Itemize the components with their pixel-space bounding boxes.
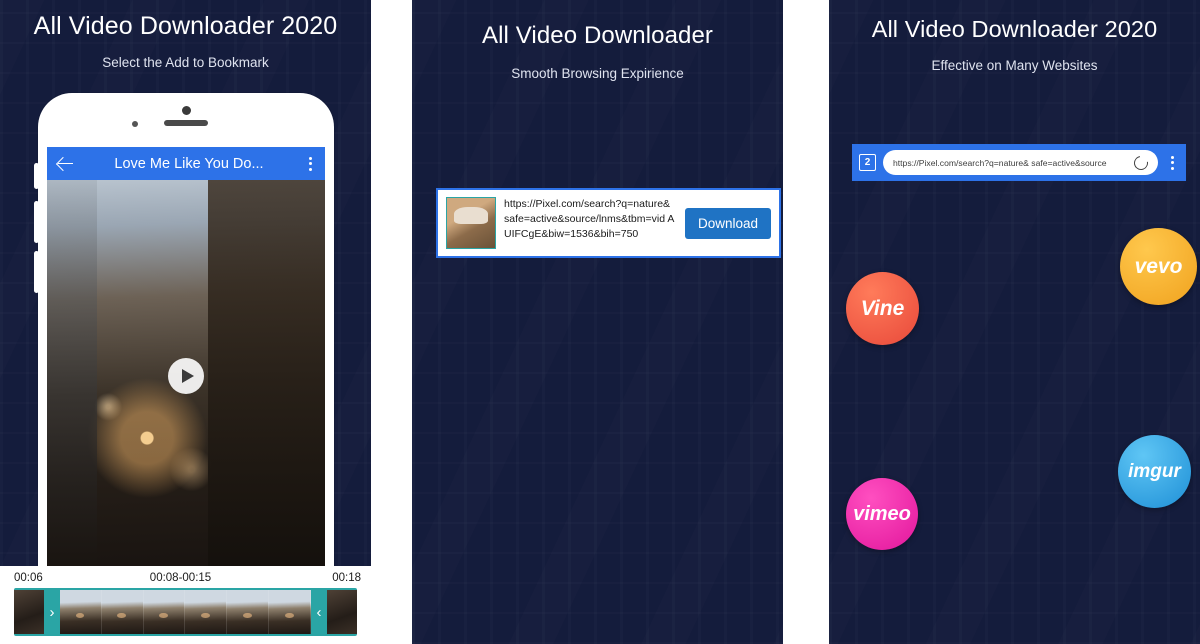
screenshot-stage: All Video Downloader 2020 Select the Add… bbox=[0, 0, 1200, 644]
timeline-frame bbox=[101, 590, 144, 634]
video-player-appbar: Love Me Like You Do... bbox=[47, 147, 325, 180]
timeline-end-time: 00:18 bbox=[332, 572, 361, 584]
url-preview-thumbnail bbox=[446, 197, 496, 249]
kebab-menu-icon[interactable] bbox=[303, 156, 317, 171]
badge-vine: Vine bbox=[846, 272, 919, 345]
back-arrow-icon[interactable] bbox=[55, 154, 75, 174]
panel-2-subtitle: Smooth Browsing Expirience bbox=[511, 65, 684, 81]
panel-2-title: All Video Downloader bbox=[481, 22, 714, 49]
phone-side-button bbox=[34, 163, 39, 189]
url-text: https://Pixel.com/search?q=nature& safe=… bbox=[893, 157, 1107, 168]
phone-earpiece bbox=[164, 120, 208, 126]
panel-divider-1 bbox=[371, 0, 412, 644]
browser-address-bar[interactable]: 2 https://Pixel.com/search?q=nature& saf… bbox=[852, 144, 1186, 181]
timeline-start-time: 00:06 bbox=[14, 572, 43, 584]
phone-volume-up-button bbox=[34, 201, 39, 243]
timeline-outside-frame-right bbox=[327, 590, 357, 634]
play-button-icon[interactable] bbox=[168, 357, 204, 394]
timeline-frame bbox=[227, 590, 270, 634]
timeline-frame bbox=[143, 590, 186, 634]
phone-screen-1: Love Me Like You Do... bbox=[47, 147, 325, 571]
panel-1-title: All Video Downloader 2020 bbox=[33, 12, 338, 40]
timeline-selection[interactable] bbox=[60, 590, 311, 634]
reload-icon[interactable] bbox=[1131, 152, 1151, 173]
panel-divider-2 bbox=[783, 0, 829, 644]
timeline-time-labels: 00:06 00:08-00:15 00:18 bbox=[0, 566, 371, 588]
download-button[interactable]: Download bbox=[684, 207, 771, 239]
panel-1-subtitle: Select the Add to Bookmark bbox=[102, 54, 269, 70]
promo-panel-2: All Video Downloader Smooth Browsing Exp… bbox=[412, 0, 783, 644]
tab-count-badge[interactable]: 2 bbox=[859, 154, 876, 171]
film-strip-background bbox=[412, 0, 783, 644]
phone-proximity-sensor bbox=[132, 121, 138, 127]
panel-3-subtitle: Effective on Many Websites bbox=[931, 58, 1098, 74]
timeline-outside-frame-left bbox=[14, 590, 44, 634]
timeline-frame bbox=[60, 590, 102, 634]
phone-front-camera bbox=[181, 106, 191, 115]
phone-volume-down-button bbox=[34, 251, 39, 293]
promo-panel-1: All Video Downloader 2020 Select the Add… bbox=[0, 0, 371, 644]
timeline-range-time: 00:08-00:15 bbox=[149, 572, 212, 584]
badge-vevo: vevo bbox=[1120, 228, 1197, 305]
timeline-handle-right[interactable]: ‹ bbox=[311, 603, 327, 621]
url-input[interactable]: https://Pixel.com/search?q=nature& safe=… bbox=[883, 150, 1158, 175]
url-download-card[interactable]: https://Pixel.com/search?q=nature& safe=… bbox=[436, 188, 781, 258]
video-trim-timeline[interactable]: 00:06 00:08-00:15 00:18 › ‹ bbox=[0, 566, 371, 644]
url-text: https://Pixel.com/search?q=nature& safe=… bbox=[504, 198, 675, 240]
timeline-handle-left[interactable]: › bbox=[44, 603, 60, 621]
panel-3-title: All Video Downloader 2020 bbox=[871, 16, 1158, 42]
video-preview-area[interactable] bbox=[47, 180, 325, 571]
kebab-menu-icon[interactable] bbox=[1165, 155, 1179, 170]
badge-imgur: imgur bbox=[1118, 435, 1191, 508]
timeline-track[interactable]: › ‹ bbox=[14, 588, 357, 636]
video-title: Love Me Like You Do... bbox=[114, 155, 264, 172]
phone-mockup-1: Love Me Like You Do... bbox=[34, 93, 334, 571]
timeline-frame bbox=[185, 590, 228, 634]
timeline-frame bbox=[269, 590, 311, 634]
badge-vimeo: vimeo bbox=[846, 478, 918, 550]
